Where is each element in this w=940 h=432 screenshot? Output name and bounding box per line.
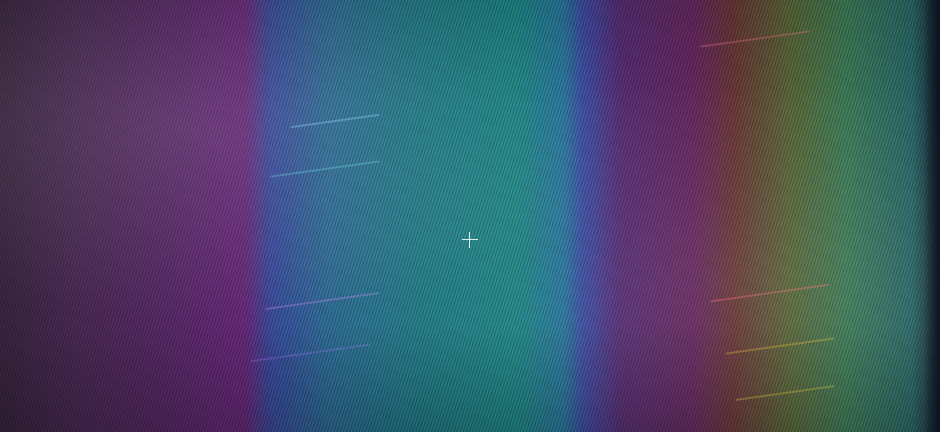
rendered-surface-viewport[interactable] [0,0,940,432]
crosshair-icon [462,232,478,248]
right-edge-shadow [924,0,940,432]
surface-stripe-texture [0,0,940,432]
